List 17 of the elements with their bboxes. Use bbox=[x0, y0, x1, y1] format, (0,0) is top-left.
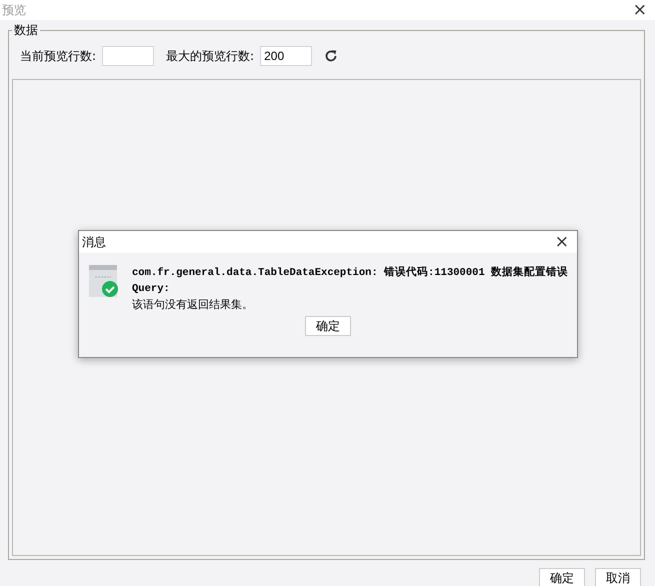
cancel-button[interactable]: 取消 bbox=[595, 568, 641, 586]
close-button[interactable]: × bbox=[554, 234, 569, 250]
confirm-button[interactable]: 确定 bbox=[539, 568, 585, 586]
max-rows-field[interactable]: 200 bbox=[260, 46, 312, 66]
message-text: 该语句没有返回结果集。 bbox=[132, 297, 254, 313]
window-title: 预览 bbox=[2, 2, 26, 19]
dialog-title: 消息 bbox=[82, 234, 106, 251]
field-label: 当前预览行数: bbox=[20, 48, 96, 65]
refresh-icon[interactable] bbox=[324, 49, 338, 63]
group-legend: 数据 bbox=[12, 23, 40, 37]
table-check-icon bbox=[89, 265, 118, 297]
field-label: 最大的预览行数: bbox=[166, 48, 254, 65]
ok-button[interactable]: 确定 bbox=[305, 316, 351, 336]
close-button[interactable]: × bbox=[632, 2, 647, 18]
message-text: com.fr.general.data.TableDataException: 错误代码:11300001 数据集配置错误 bbox=[132, 265, 568, 281]
message-text: Query: bbox=[132, 282, 171, 297]
current-rows-field[interactable] bbox=[102, 46, 154, 66]
